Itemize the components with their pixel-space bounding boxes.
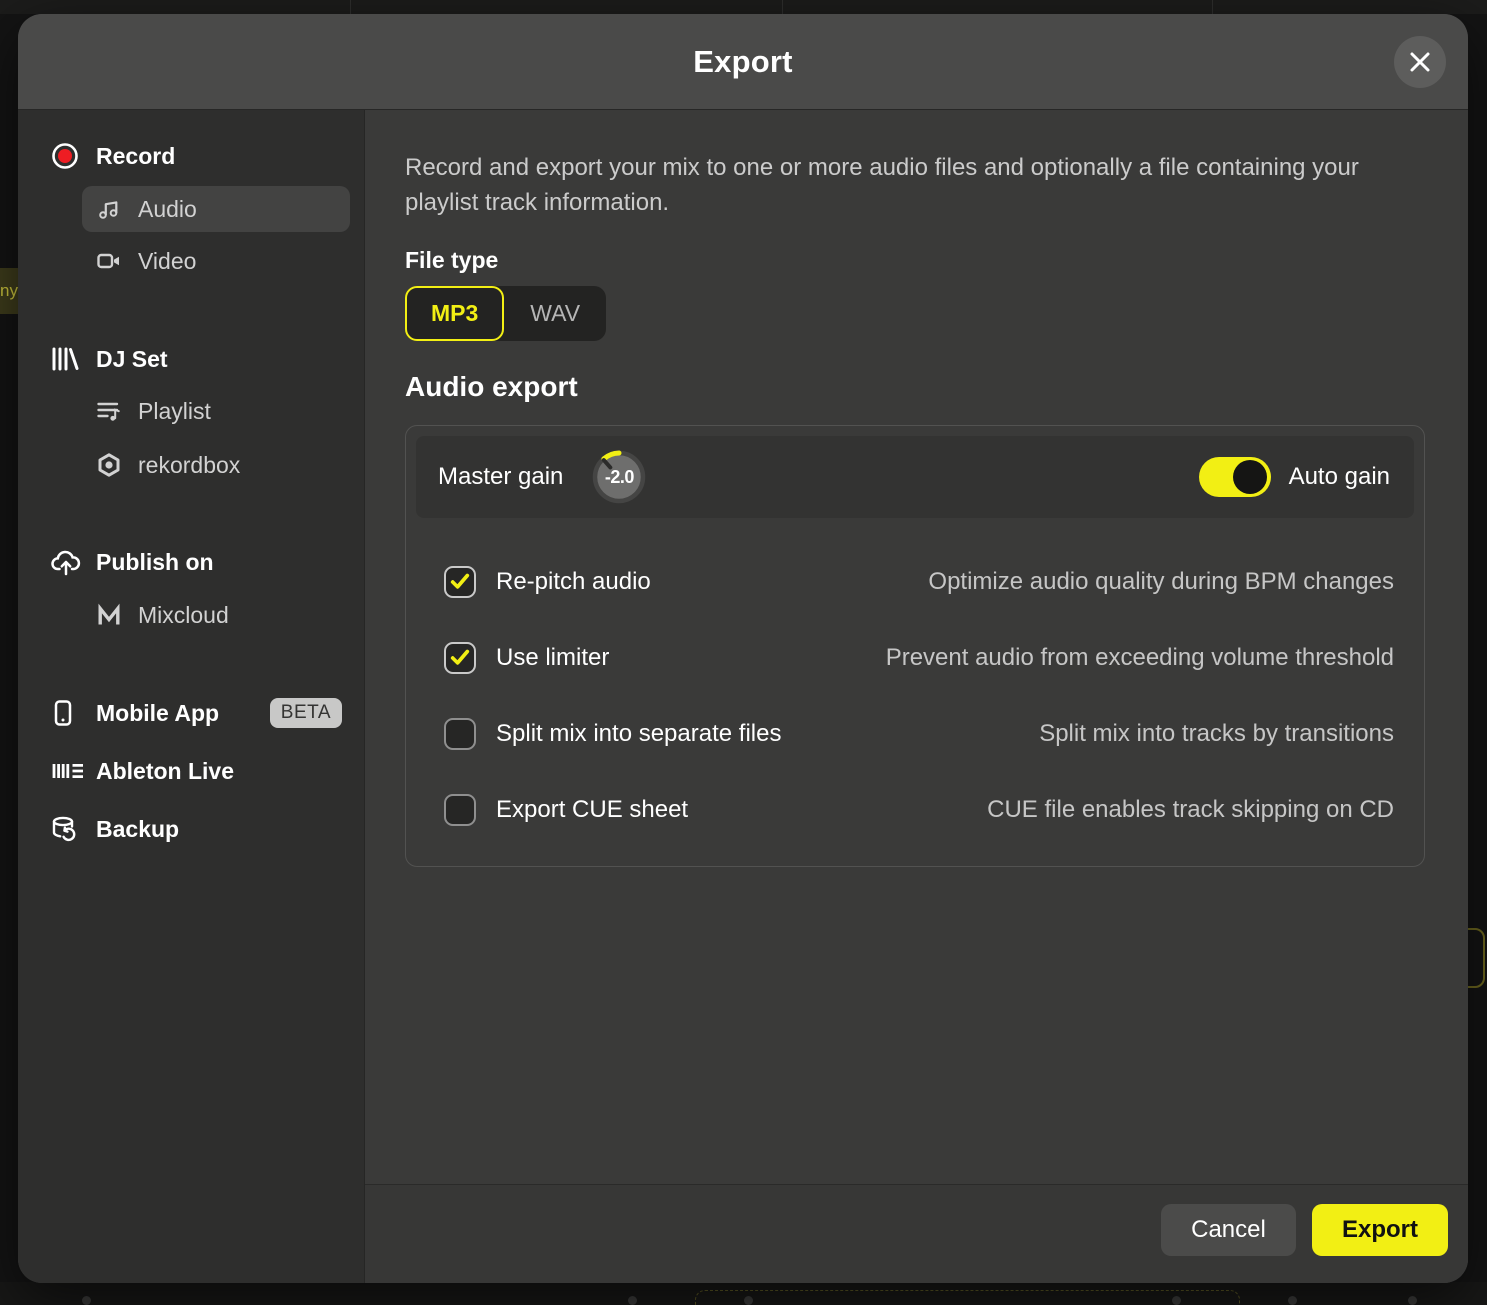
auto-gain-toggle[interactable] [1199, 457, 1271, 497]
music-note-icon [96, 197, 128, 221]
backup-icon [50, 815, 86, 843]
sidebar-item-label: Audio [138, 196, 197, 223]
toggle-thumb [1233, 460, 1267, 494]
mixcloud-icon [96, 603, 128, 627]
option-description: Split mix into tracks by transitions [1039, 720, 1394, 748]
option-label: Re-pitch audio [496, 568, 651, 596]
sidebar-item-record[interactable]: Record [18, 134, 364, 178]
sidebar-item-video[interactable]: Video [82, 238, 350, 284]
cloud-upload-icon [50, 548, 86, 576]
background-drop-zone [695, 1290, 1240, 1305]
close-button[interactable] [1394, 36, 1446, 88]
sidebar-item-label: Record [96, 143, 175, 170]
sidebar-item-rekordbox[interactable]: rekordbox [82, 442, 350, 488]
sidebar-item-ableton-live[interactable]: Ableton Live [18, 749, 364, 793]
sidebar-item-publish-on[interactable]: Publish on [18, 540, 364, 584]
repitch-checkbox[interactable] [444, 566, 476, 598]
file-type-segmented-control: MP3 WAV [405, 286, 606, 341]
sidebar-item-playlist[interactable]: Playlist [82, 388, 350, 434]
playlist-icon [96, 399, 128, 423]
limiter-checkbox[interactable] [444, 642, 476, 674]
close-icon [1407, 49, 1433, 75]
master-gain-label: Master gain [438, 463, 563, 491]
master-gain-row: Master gain -2.0 Auto gain [416, 436, 1414, 518]
dialog-footer: Cancel Export [365, 1184, 1468, 1283]
background-waveform-strip [0, 0, 1487, 14]
sidebar-item-label: Ableton Live [96, 758, 234, 785]
sidebar-item-backup[interactable]: Backup [18, 807, 364, 851]
file-type-label: File type [405, 247, 1424, 274]
sidebar-item-label: Mobile App [96, 700, 219, 727]
sidebar-item-dj-set[interactable]: DJ Set [18, 337, 364, 381]
checkmark-icon [447, 645, 473, 671]
library-icon [50, 346, 86, 372]
sidebar-item-label: Backup [96, 816, 179, 843]
option-row-split-mix[interactable]: Split mix into separate files Split mix … [416, 696, 1414, 772]
cue-sheet-checkbox[interactable] [444, 794, 476, 826]
split-mix-checkbox[interactable] [444, 718, 476, 750]
checkmark-icon [447, 569, 473, 595]
export-button[interactable]: Export [1312, 1204, 1448, 1256]
export-options-list: Re-pitch audio Optimize audio quality du… [416, 518, 1414, 856]
sidebar-item-mobile-app[interactable]: Mobile App BETA [18, 691, 364, 735]
option-description: Optimize audio quality during BPM change… [928, 568, 1394, 596]
beta-badge: BETA [270, 698, 342, 728]
file-type-option-mp3[interactable]: MP3 [405, 286, 504, 341]
sidebar-item-label: Publish on [96, 549, 214, 576]
file-type-option-wav[interactable]: WAV [504, 286, 606, 341]
sidebar-item-label: Playlist [138, 398, 211, 425]
cancel-button[interactable]: Cancel [1161, 1204, 1296, 1256]
sidebar-item-label: Video [138, 248, 196, 275]
export-main-panel: Record and export your mix to one or mor… [365, 110, 1468, 1283]
option-description: CUE file enables track skipping on CD [987, 796, 1394, 824]
record-icon [50, 141, 86, 171]
sidebar-item-mixcloud[interactable]: Mixcloud [82, 592, 350, 638]
audio-export-card: Master gain -2.0 Auto gain [405, 425, 1425, 867]
auto-gain-label: Auto gain [1289, 463, 1390, 491]
option-row-cue-sheet[interactable]: Export CUE sheet CUE file enables track … [416, 772, 1414, 848]
audio-export-heading: Audio export [405, 371, 1424, 403]
dialog-title: Export [693, 44, 792, 80]
rekordbox-icon [96, 452, 128, 478]
master-gain-value: -2.0 [591, 449, 647, 505]
export-sidebar: Record Audio [18, 110, 365, 1283]
background-track-label: ny [0, 268, 18, 314]
option-row-limiter[interactable]: Use limiter Prevent audio from exceeding… [416, 620, 1414, 696]
sidebar-item-label: DJ Set [96, 346, 168, 373]
dialog-titlebar: Export [18, 14, 1468, 110]
video-camera-icon [96, 249, 128, 273]
export-dialog: Export Record [18, 14, 1468, 1283]
background-bottom-strip [0, 1282, 1487, 1305]
sidebar-item-label: Mixcloud [138, 602, 229, 629]
sidebar-item-label: rekordbox [138, 452, 240, 479]
export-description: Record and export your mix to one or mor… [405, 150, 1424, 220]
master-gain-knob[interactable]: -2.0 [591, 449, 647, 505]
ableton-icon [50, 759, 86, 783]
option-description: Prevent audio from exceeding volume thre… [886, 644, 1394, 672]
phone-icon [50, 699, 86, 727]
sidebar-item-audio[interactable]: Audio [82, 186, 350, 232]
option-label: Use limiter [496, 644, 609, 672]
option-row-repitch[interactable]: Re-pitch audio Optimize audio quality du… [416, 544, 1414, 620]
option-label: Split mix into separate files [496, 720, 781, 748]
option-label: Export CUE sheet [496, 796, 688, 824]
